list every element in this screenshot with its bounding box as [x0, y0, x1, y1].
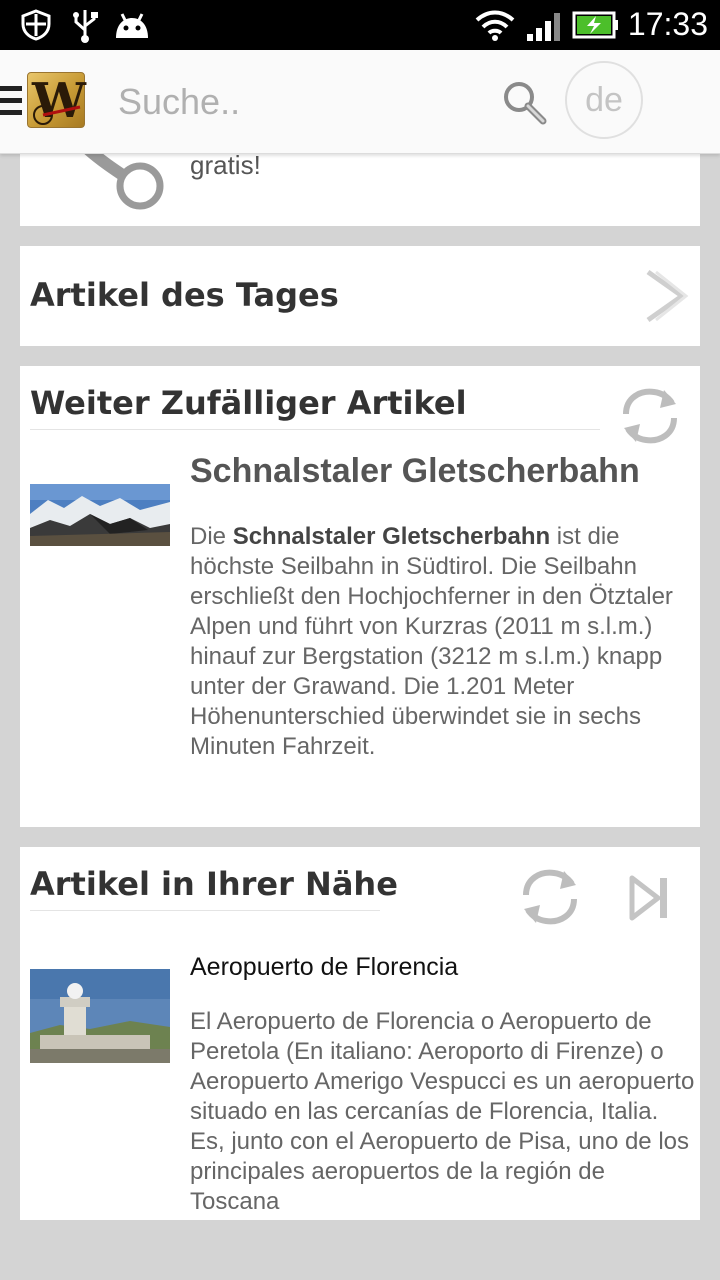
refresh-icon[interactable]	[518, 865, 582, 929]
random-article-section-title: Weiter Zufälliger Artikel	[30, 384, 467, 422]
random-article-title[interactable]: Schnalstaler Gletscherbahn	[190, 452, 640, 491]
random-article-body-rest: ist die höchste Seilbahn in Südtirol. Di…	[190, 523, 673, 760]
android-icon	[116, 13, 148, 38]
share-text: gratis!	[190, 150, 261, 180]
article-of-day-title: Artikel des Tages	[30, 276, 339, 314]
search-icon[interactable]	[500, 78, 548, 126]
refresh-icon[interactable]	[618, 384, 682, 448]
chevron-right-icon[interactable]	[642, 268, 690, 324]
article-of-day-card[interactable]: Artikel des Tages	[20, 246, 700, 346]
app-logo[interactable]: W	[27, 72, 86, 129]
shield-icon	[21, 9, 51, 41]
nearby-article-body: El Aeropuerto de Florencia o Aeropuerto …	[190, 1008, 695, 1215]
article-thumbnail[interactable]	[30, 484, 170, 546]
skip-next-icon[interactable]	[628, 874, 672, 922]
battery-charging-icon	[572, 11, 618, 39]
random-article-body: Die Schnalstaler Gletscherbahn ist die h…	[190, 522, 695, 762]
nearby-section-title: Artikel in Ihrer Nähe	[30, 865, 398, 903]
usb-icon	[73, 10, 98, 43]
section-divider	[30, 429, 600, 430]
clock: 17:33	[627, 6, 708, 42]
search-input[interactable]	[118, 78, 478, 126]
nearby-article-card: Artikel in Ihrer Nähe Aeropuerto de Flor…	[20, 847, 700, 1220]
random-article-body-bold: Schnalstaler Gletscherbahn	[232, 523, 551, 550]
status-bar: 17:33	[0, 0, 720, 50]
random-article-body-prefix: Die	[190, 523, 233, 550]
wifi-icon	[475, 10, 515, 41]
signal-icon	[527, 13, 560, 41]
menu-icon[interactable]	[0, 86, 22, 116]
compass-needle-icon	[33, 105, 81, 125]
app-bar: W de	[0, 50, 720, 154]
random-article-card: Weiter Zufälliger Artikel Schnalstaler G…	[20, 366, 700, 827]
article-thumbnail[interactable]	[30, 969, 170, 1063]
nearby-article-title[interactable]: Aeropuerto de Florencia	[190, 953, 458, 982]
section-divider	[30, 910, 380, 911]
language-button[interactable]: de	[565, 61, 643, 139]
